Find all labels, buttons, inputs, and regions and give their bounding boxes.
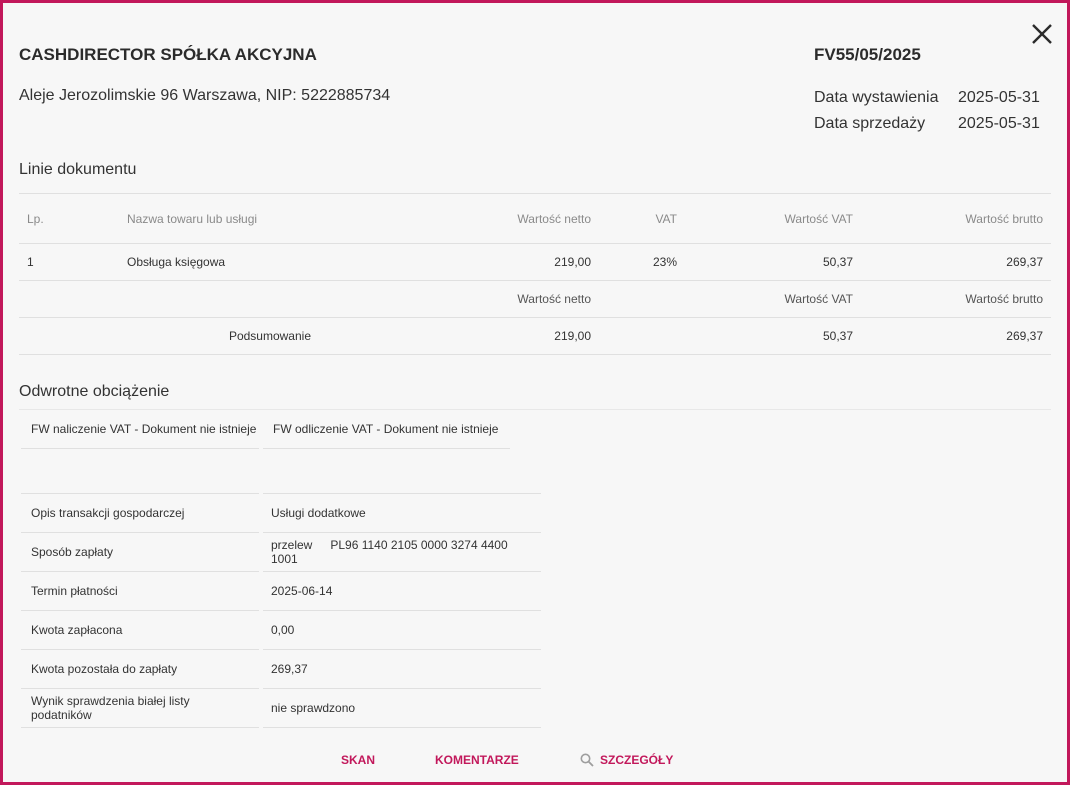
column-header-gross: Wartość brutto <box>861 193 1051 244</box>
table-row[interactable]: 1 Obsługa księgowa 219,00 23% 50,37 269,… <box>19 243 1051 281</box>
company-name: CASHDIRECTOR SPÓŁKA AKCYJNA <box>19 45 317 64</box>
lines-section-title: Linie dokumentu <box>19 161 137 178</box>
detail-value-payment: przelew PL96 1140 2105 0000 3274 4400 100… <box>261 532 541 572</box>
summary-net: 219,00 <box>319 317 599 355</box>
row-lp: 1 <box>19 243 119 281</box>
detail-row: Wynik sprawdzenia białej listy podatnikó… <box>21 688 541 728</box>
detail-label: Kwota pozostała do zapłaty <box>21 649 263 689</box>
payment-method: przelew <box>271 538 313 552</box>
issue-date-label: Data wystawienia <box>814 89 939 106</box>
row-gross: 269,37 <box>861 243 1051 281</box>
detail-row: Kwota pozostała do zapłaty 269,37 <box>21 649 541 689</box>
column-header-name: Nazwa towaru lub usługi <box>119 193 319 244</box>
row-net: 219,00 <box>319 243 599 281</box>
column-header-vat: VAT <box>599 193 685 244</box>
summary-header-row: Wartość netto Wartość VAT Wartość brutto <box>19 280 1051 318</box>
row-vat-value: 50,37 <box>685 243 861 281</box>
reverse-charge-row: FW naliczenie VAT - Dokument nie istniej… <box>19 409 1051 449</box>
document-lines-table: Lp. Nazwa towaru lub usługi Wartość nett… <box>19 193 1051 355</box>
detail-label: Opis transakcji gospodarczej <box>21 493 263 533</box>
summary-header-gross: Wartość brutto <box>861 280 1051 318</box>
detail-value: 2025-06-14 <box>261 571 541 611</box>
row-vat: 23% <box>599 243 685 281</box>
issue-date-value: 2025-05-31 <box>958 89 1040 106</box>
column-header-net: Wartość netto <box>319 193 599 244</box>
comments-button[interactable]: KOMENTARZE <box>435 753 519 767</box>
detail-value: nie sprawdzono <box>261 688 541 728</box>
scan-button[interactable]: SKAN <box>341 753 375 767</box>
detail-label: Wynik sprawdzenia białej listy podatnikó… <box>21 688 263 728</box>
detail-row: Kwota zapłacona 0,00 <box>21 610 541 650</box>
summary-label: Podsumowanie <box>119 317 319 355</box>
invoice-dialog: CASHDIRECTOR SPÓŁKA AKCYJNA Aleje Jerozo… <box>0 0 1070 785</box>
sale-date-value: 2025-05-31 <box>958 115 1040 132</box>
detail-label: Termin płatności <box>21 571 263 611</box>
detail-row: Opis transakcji gospodarczej Usługi doda… <box>21 493 541 533</box>
table-header-row: Lp. Nazwa towaru lub usługi Wartość nett… <box>19 193 1051 244</box>
summary-row: Podsumowanie 219,00 50,37 269,37 <box>19 317 1051 355</box>
summary-header-vat-value: Wartość VAT <box>685 280 861 318</box>
issue-date-row: Data wystawienia 2025-05-31 <box>814 89 1040 107</box>
column-header-vat-value: Wartość VAT <box>685 193 861 244</box>
close-icon[interactable] <box>1029 21 1055 47</box>
sale-date-label: Data sprzedaży <box>814 115 926 132</box>
row-name: Obsługa księgowa <box>119 243 319 281</box>
vat-deduction-document[interactable]: FW odliczenie VAT - Dokument nie istniej… <box>263 410 510 449</box>
detail-value: Usługi dodatkowe <box>261 493 541 533</box>
company-address: Aleje Jerozolimskie 96 Warszawa, NIP: 52… <box>19 87 391 104</box>
detail-value: 0,00 <box>261 610 541 650</box>
column-header-lp: Lp. <box>19 193 119 244</box>
summary-header-net: Wartość netto <box>319 280 599 318</box>
detail-value: 269,37 <box>261 649 541 689</box>
vat-charge-document[interactable]: FW naliczenie VAT - Dokument nie istniej… <box>21 410 259 449</box>
sale-date-row: Data sprzedaży 2025-05-31 <box>814 115 1040 133</box>
search-icon <box>580 753 594 767</box>
detail-row: Sposób zapłaty przelew PL96 1140 2105 000… <box>21 532 541 572</box>
document-number: FV55/05/2025 <box>814 45 921 64</box>
reverse-charge-title: Odwrotne obciążenie <box>19 383 170 400</box>
summary-gross: 269,37 <box>861 317 1051 355</box>
summary-vat-value: 50,37 <box>685 317 861 355</box>
detail-row: Termin płatności 2025-06-14 <box>21 571 541 611</box>
details-label: SZCZEGÓŁY <box>600 753 674 767</box>
detail-label: Sposób zapłaty <box>21 532 263 572</box>
invoice-details-table: Opis transakcji gospodarczej Usługi doda… <box>21 493 541 728</box>
detail-label: Kwota zapłacona <box>21 610 263 650</box>
details-button[interactable]: SZCZEGÓŁY <box>580 753 673 767</box>
